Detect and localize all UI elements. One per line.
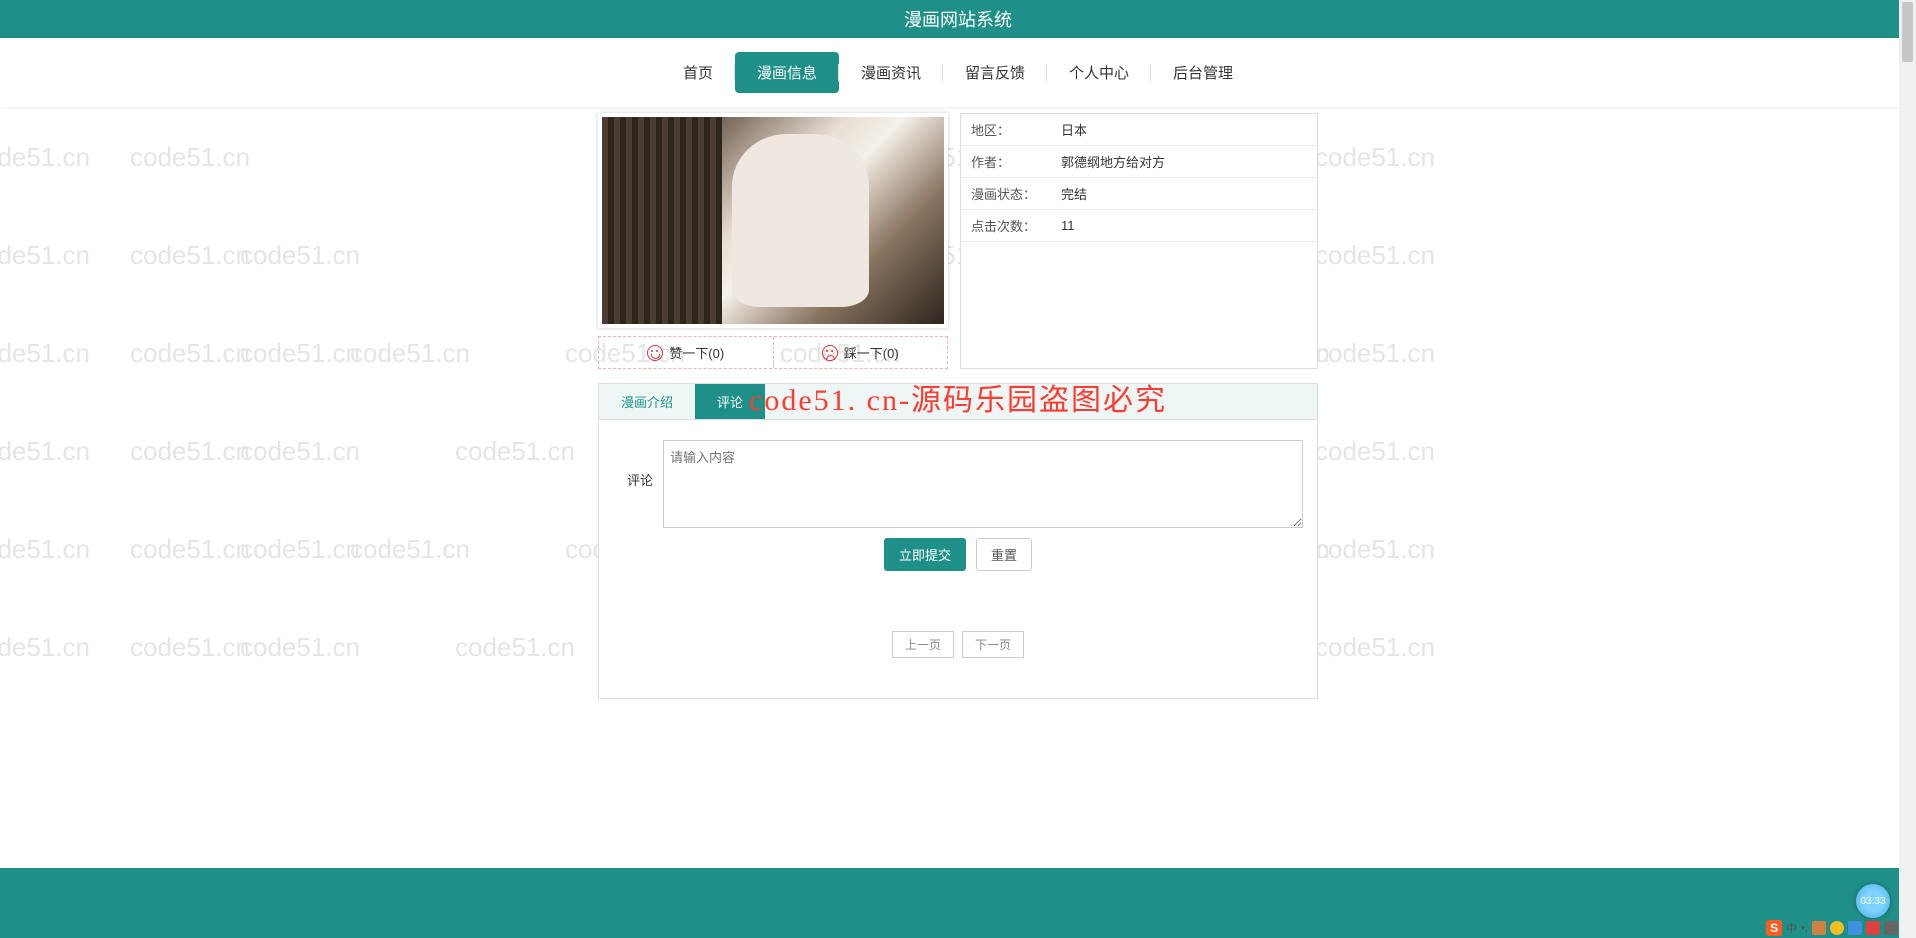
info-row-author: 作者：郭德纲地方给对方 [961, 146, 1317, 178]
smile-icon [647, 345, 663, 361]
nav-admin[interactable]: 后台管理 [1151, 52, 1255, 93]
mic-icon[interactable] [1848, 921, 1862, 935]
comment-textarea[interactable] [663, 440, 1303, 528]
keyboard-icon[interactable] [1812, 921, 1826, 935]
downvote-button[interactable]: 踩一下(0) [773, 337, 948, 368]
system-tray: S 中 •, [1766, 920, 1898, 936]
reset-button[interactable]: 重置 [976, 538, 1032, 571]
upvote-label: 赞一下(0) [669, 343, 724, 362]
emoji-icon[interactable] [1830, 921, 1844, 935]
tray-separator: •, [1801, 922, 1808, 934]
site-title: 漫画网站系统 [904, 10, 1012, 30]
nav-manga-info[interactable]: 漫画信息 [735, 52, 839, 93]
info-row-region: 地区：日本 [961, 114, 1317, 146]
sogou-ime-icon[interactable]: S [1766, 920, 1782, 936]
info-row-status: 漫画状态：完结 [961, 178, 1317, 210]
page-footer [0, 868, 1916, 938]
main-nav: 首页 漫画信息 漫画资讯 留言反馈 个人中心 后台管理 [0, 38, 1916, 107]
vote-bar: 赞一下(0) 踩一下(0) [598, 336, 948, 369]
tab-intro[interactable]: 漫画介绍 [599, 384, 695, 419]
next-page-button[interactable]: 下一页 [962, 631, 1024, 658]
info-row-clicks: 点击次数：11 [961, 210, 1317, 242]
info-panel: 地区：日本 作者：郭德纲地方给对方 漫画状态：完结 点击次数：11 [960, 113, 1318, 369]
clock-widget[interactable]: 03:33 [1856, 884, 1890, 918]
nav-feedback[interactable]: 留言反馈 [943, 52, 1047, 93]
site-header: 漫画网站系统 [0, 0, 1916, 38]
submit-button[interactable]: 立即提交 [884, 538, 966, 571]
pager: 上一页 下一页 [613, 631, 1303, 658]
nav-user-center[interactable]: 个人中心 [1047, 52, 1151, 93]
info-table: 地区：日本 作者：郭德纲地方给对方 漫画状态：完结 点击次数：11 [961, 114, 1317, 242]
manga-cover-image [598, 113, 948, 328]
vertical-scrollbar[interactable] [1899, 0, 1916, 938]
prev-page-button[interactable]: 上一页 [892, 631, 954, 658]
sad-icon [822, 345, 838, 361]
upvote-button[interactable]: 赞一下(0) [599, 337, 773, 368]
tabs-panel: 漫画介绍 评论 评论 立即提交 重置 上一页 下一页 [598, 383, 1318, 699]
nav-home[interactable]: 首页 [661, 52, 735, 93]
toolbox-icon[interactable] [1884, 921, 1898, 935]
tab-comment[interactable]: 评论 [695, 384, 765, 419]
comment-label: 评论 [613, 440, 653, 489]
nav-manga-news[interactable]: 漫画资讯 [839, 52, 943, 93]
skin-icon[interactable] [1866, 921, 1880, 935]
ime-lang-indicator[interactable]: 中 [1786, 920, 1797, 936]
downvote-label: 踩一下(0) [844, 343, 899, 362]
